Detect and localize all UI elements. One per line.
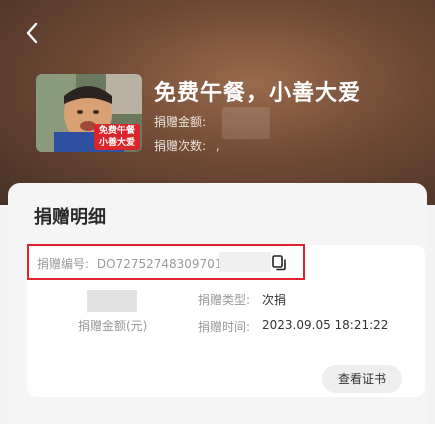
donation-number: 捐赠编号: DO72752748309701 (37, 255, 222, 272)
chevron-left-icon (26, 22, 38, 44)
back-button[interactable] (20, 18, 48, 48)
donation-type-value: 次捐 (262, 293, 287, 307)
copy-icon (272, 255, 286, 271)
donation-time-value: 2023.09.05 18:21:22 (262, 318, 389, 332)
donation-count: 捐赠次数: , (154, 137, 220, 154)
donation-number-label: 捐赠编号: (37, 257, 90, 271)
donation-number-blurred (219, 252, 271, 272)
thumbnail-badge-line1: 免费午餐 (98, 126, 135, 136)
donation-count-label: 捐赠次数: (154, 139, 207, 153)
project-header: 免费午餐 小善大爱 免费午餐，小善大爱 捐赠金额: 捐赠次数: , (0, 0, 435, 205)
page: 免费午餐 小善大爱 免费午餐，小善大爱 捐赠金额: 捐赠次数: , 捐赠明细 捐… (0, 0, 435, 424)
donation-number-row: 捐赠编号: DO72752748309701 (27, 244, 305, 280)
view-certificate-button[interactable]: 查看证书 (322, 365, 402, 393)
donation-amount-value-blurred (87, 290, 137, 312)
donation-count-value: , (215, 139, 220, 153)
donation-total-value-blurred (222, 107, 270, 139)
thumbnail-badge-line2: 小善大爱 (98, 138, 135, 148)
donation-time-label: 捐赠时间: (198, 320, 251, 334)
donation-type-label: 捐赠类型: (198, 293, 251, 307)
donation-total-label: 捐赠金额: (154, 115, 207, 129)
donation-number-value: DO72752748309701 (96, 257, 223, 271)
section-title: 捐赠明细 (34, 207, 106, 228)
copy-button[interactable] (269, 253, 289, 273)
donation-amount-label: 捐赠金额(元) (78, 319, 148, 333)
project-title: 免费午餐，小善大爱 (154, 81, 362, 106)
project-thumbnail: 免费午餐 小善大爱 (36, 74, 142, 152)
